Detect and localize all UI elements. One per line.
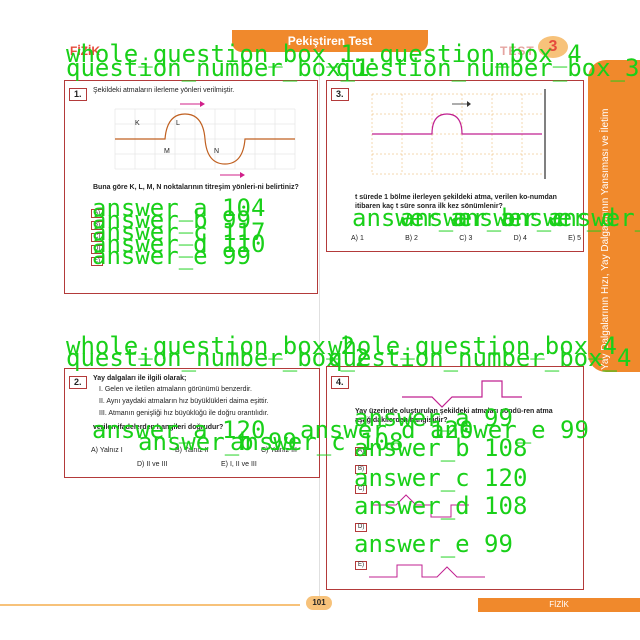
point-l: L: [176, 120, 180, 127]
overlay-q4-answer-c: answer_c 120: [354, 464, 528, 492]
pulse-figure: [371, 89, 546, 179]
option-e-figure: [369, 564, 485, 578]
question-number: 4.: [331, 376, 349, 389]
option-e[interactable]: E): [355, 561, 367, 570]
point-k: K: [135, 120, 140, 127]
point-n: N: [214, 148, 220, 155]
footer-subject: FİZİK: [478, 598, 640, 612]
item-i: I. Gelen ve iletilen atmaların görünümü …: [99, 386, 252, 393]
question-intro: Şekildeki atmaların ilerleme yönleri ver…: [93, 87, 235, 94]
option-d[interactable]: D) 4: [514, 235, 527, 242]
overlay-q4-answer-b: answer_b 108: [354, 434, 528, 462]
question-intro: Yay dalgaları ile ilgili olarak;: [93, 375, 187, 382]
item-ii: II. Aynı yaydaki atmaların hız büyüklükl…: [99, 398, 269, 405]
overlay-q2-num: question_number_box_2: [66, 344, 370, 372]
overlay-q4-num: question_number_box_4: [328, 344, 632, 372]
wave-figure: [114, 101, 296, 178]
footer-rule: [0, 604, 300, 606]
option-d[interactable]: D) II ve III: [137, 461, 167, 468]
overlay-q4-answer-a: answer_a 99: [354, 404, 513, 432]
overlay-q3-answer-e: answer_e: [548, 204, 640, 232]
overlay-q3-num: question_number_box_3: [336, 54, 640, 82]
option-row: A) 1 B) 2 C) 3 D) 4 E) 5: [351, 235, 581, 242]
option-a[interactable]: A) 1: [351, 235, 364, 242]
option-c[interactable]: C) 3: [459, 235, 472, 242]
page-number: 101: [306, 596, 332, 610]
option-e[interactable]: E) I, II ve III: [221, 461, 257, 468]
point-m: M: [164, 148, 170, 155]
question-number: 1.: [69, 88, 87, 101]
overlay-q4-answer-e: answer_e 99: [354, 530, 513, 558]
question-number: 2.: [69, 376, 87, 389]
overlay-q1-answer-e: answer_e 99: [92, 242, 251, 270]
question-prompt: Buna göre K, L, M, N noktalarının titreş…: [93, 184, 299, 191]
overlay-q1-num: question_number_box_1: [66, 54, 370, 82]
option-b[interactable]: B) 2: [405, 235, 418, 242]
overlay-q4-answer-d: answer_d 108: [354, 492, 528, 520]
option-a[interactable]: A) Yalnız I: [91, 447, 123, 454]
column-divider: [319, 52, 320, 600]
option-e[interactable]: E) 5: [568, 235, 581, 242]
question-number: 3.: [331, 88, 349, 101]
